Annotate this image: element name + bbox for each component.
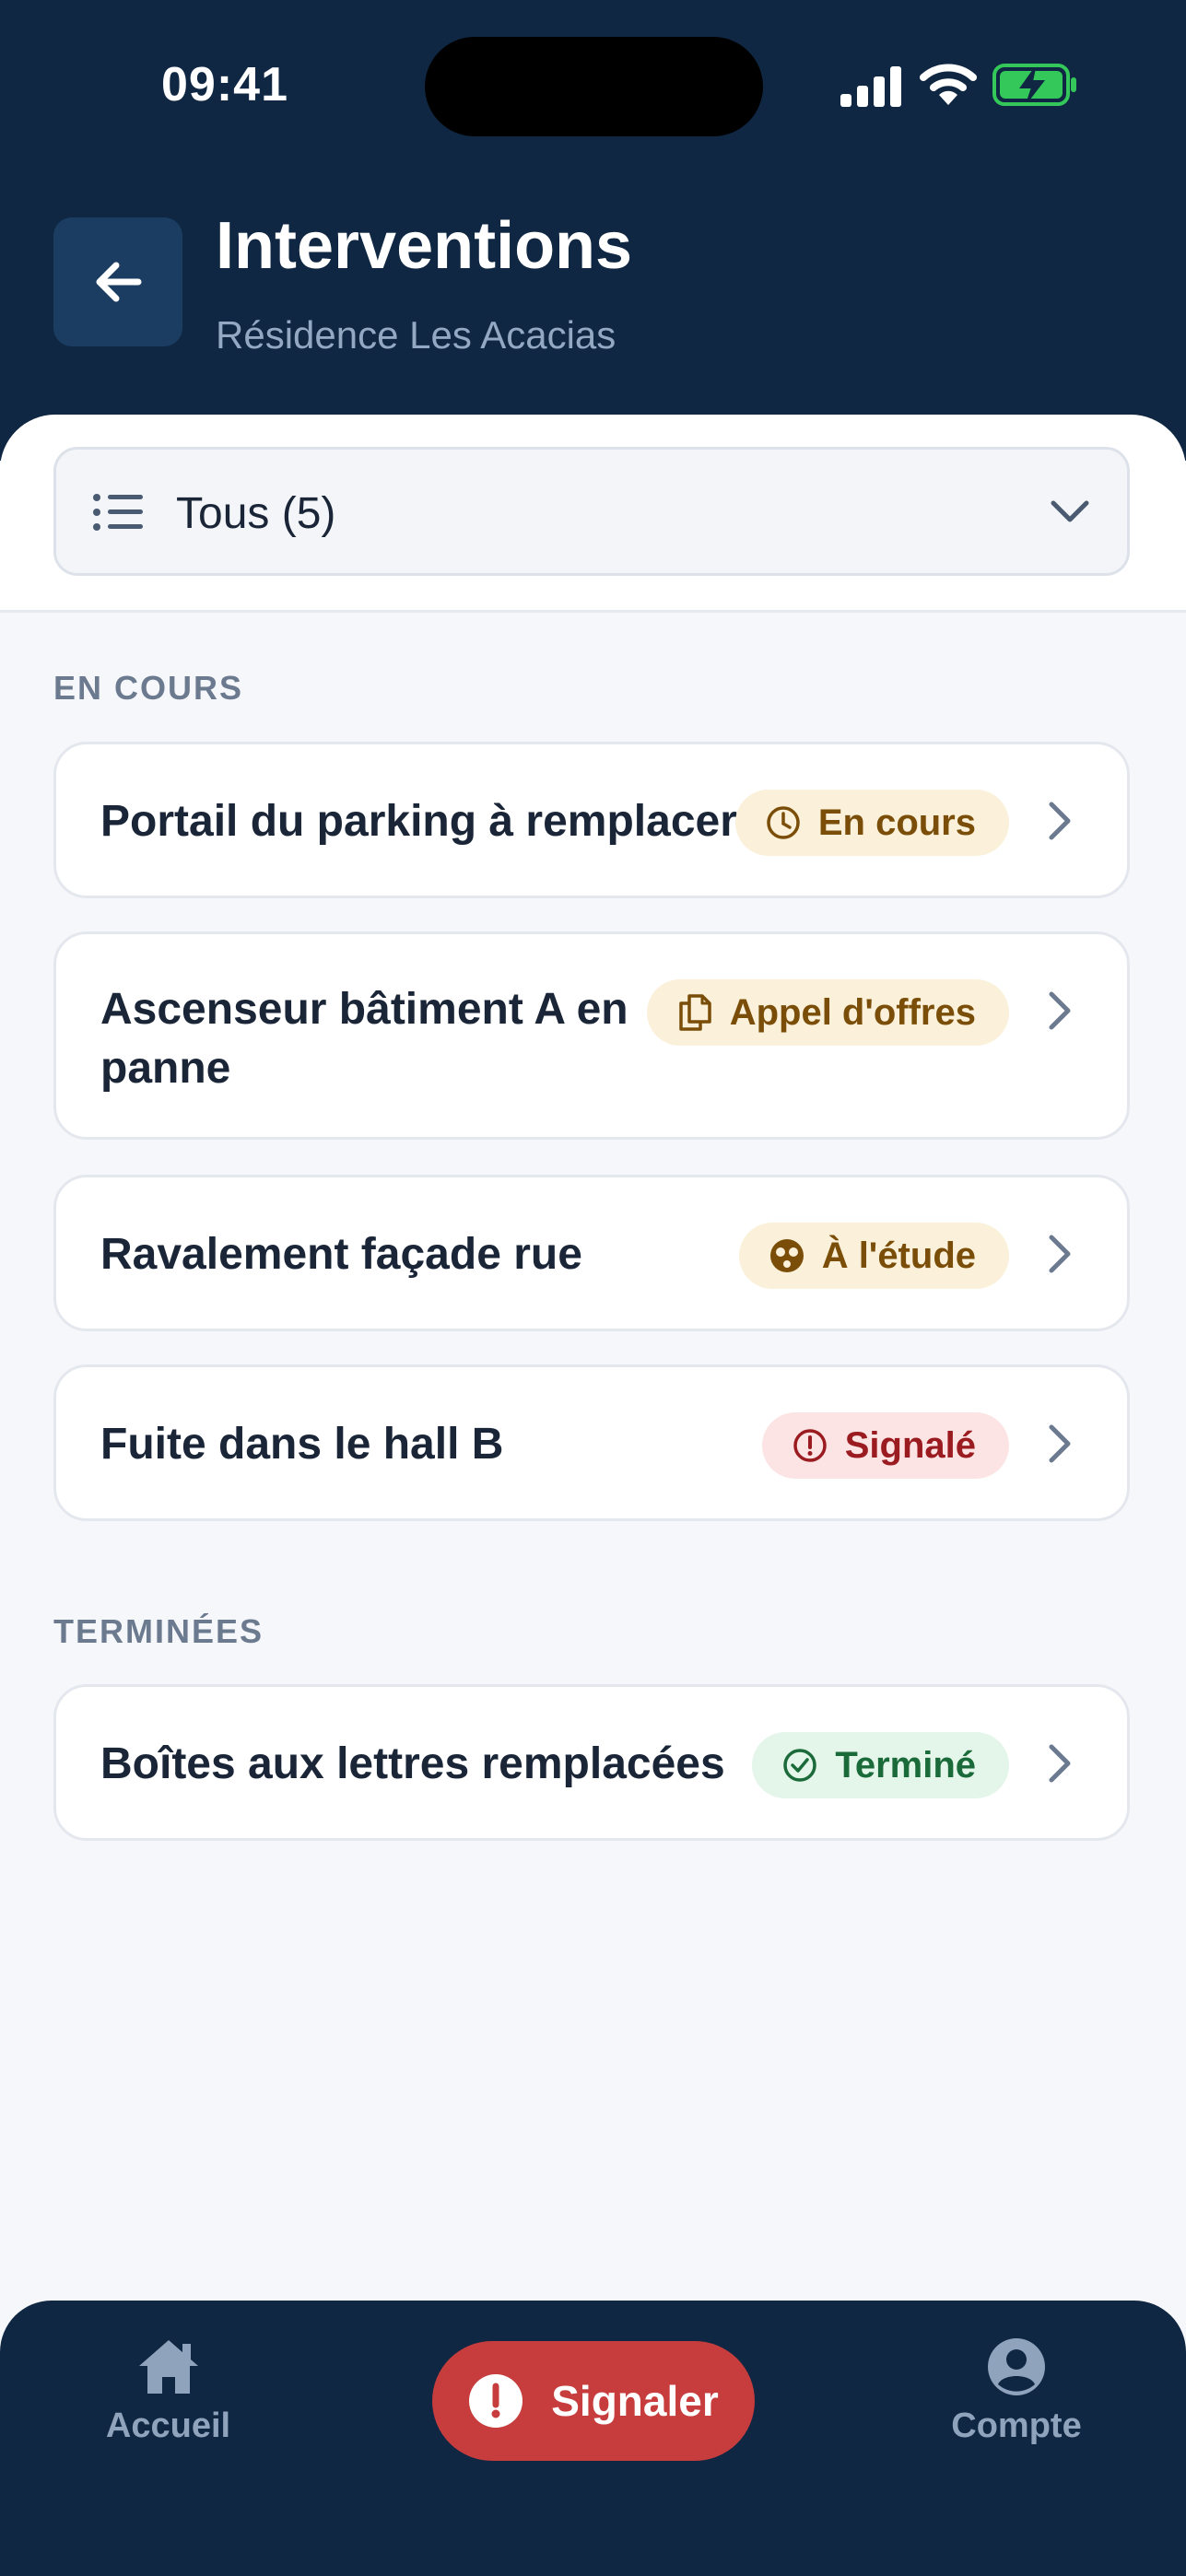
documents-icon [678,994,711,1031]
status-time: 09:41 [161,58,288,111]
nav-item-home[interactable]: Accueil [101,2336,235,2446]
chevron-right-icon [1049,991,1071,1030]
filter-label: Tous (5) [176,489,336,538]
home-icon [138,2340,198,2394]
intervention-title-line2: panne [100,1044,231,1093]
section-label-en-cours: EN COURS [53,669,244,707]
intervention-title: Fuite dans le hall B [100,1420,504,1469]
chevron-right-icon [1049,1235,1071,1273]
intervention-card[interactable]: Portail du parking à remplacer En cours [53,742,1130,898]
status-badge: Signalé [761,1412,1009,1479]
status-filter-select[interactable]: Tous (5) [53,447,1130,576]
check-circle-icon [783,1749,817,1782]
intervention-card[interactable]: Ravalement façade rue À l'étude [53,1175,1130,1331]
report-button-label: Signaler [551,2377,719,2425]
arrow-left-icon [96,262,142,302]
status-bar: 09:41 [0,0,1186,175]
chevron-down-icon [1051,500,1089,522]
user-circle-icon [988,2338,1045,2395]
report-button[interactable]: Signaler [432,2341,755,2461]
wifi-icon [920,64,977,105]
intervention-card[interactable]: Fuite dans le hall B Signalé [53,1364,1130,1521]
signal-icon [840,66,901,107]
dynamic-island [425,37,763,136]
chevron-right-icon [1049,1744,1071,1783]
intervention-title: Boîtes aux lettres remplacées [100,1739,725,1788]
intervention-card[interactable]: Boîtes aux lettres remplacées Terminé [53,1684,1130,1841]
section-label-terminees: TERMINÉES [53,1612,264,1650]
list-icon [93,494,143,531]
status-badge: Appel d'offres [646,979,1009,1046]
page-title: Interventions [216,209,633,283]
intervention-title: Portail du parking à remplacer [100,797,737,846]
nav-label-account: Compte [951,2406,1082,2445]
chevron-right-icon [1049,1424,1071,1463]
battery-charging-icon [992,64,1076,106]
status-badge: À l'étude [738,1223,1009,1289]
intervention-card[interactable]: Ascenseur bâtiment A en panne Appel d'of… [53,931,1130,1140]
back-button[interactable] [53,217,182,346]
nav-label-home: Accueil [105,2406,231,2445]
alert-circle-filled-icon [469,2374,523,2428]
intervention-title: Ravalement façade rue [100,1230,582,1279]
page-subtitle: Résidence Les Acacias [216,313,616,357]
status-badge: Terminé [752,1732,1009,1798]
chevron-right-icon [1049,802,1071,840]
study-icon [769,1239,804,1272]
alert-circle-icon [793,1429,827,1462]
clock-icon [767,806,800,839]
intervention-title-line1: Ascenseur bâtiment A en [100,985,628,1034]
nav-item-account[interactable]: Compte [947,2336,1086,2446]
status-badge: En cours [734,790,1009,856]
